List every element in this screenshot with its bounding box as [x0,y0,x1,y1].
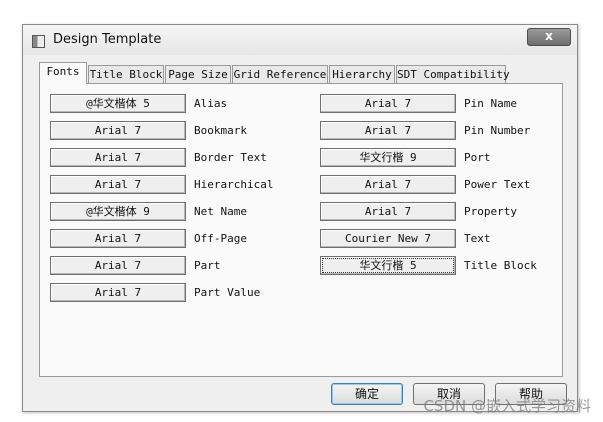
font-button-power-text[interactable]: Arial 7 [320,175,456,194]
font-button-text[interactable]: Courier New 7 [320,229,456,248]
font-label-bookmark: Bookmark [194,124,247,137]
tab-fonts[interactable]: Fonts [39,62,87,84]
font-button-part-value[interactable]: Arial 7 [50,283,186,302]
font-button-pin-number[interactable]: Arial 7 [320,121,456,140]
close-button[interactable]: x [527,28,571,46]
font-button-off-page[interactable]: Arial 7 [50,229,186,248]
font-button-title-block[interactable]: 华文行楷 5 [320,256,456,275]
font-label-part-value: Part Value [194,286,261,299]
font-label-border-text: Border Text [194,151,267,164]
watermark: CSDN @嵌入式学习资料 [423,397,591,415]
font-label-text: Text [464,232,491,245]
font-label-property: Property [464,205,517,218]
font-button-border-text[interactable]: Arial 7 [50,148,186,167]
font-label-title-block: Title Block [464,259,537,272]
font-label-off-page: Off-Page [194,232,247,245]
window-title: Design Template [53,32,162,47]
fonts-panel: @华文楷体 5 Alias Arial 7 Bookmark Arial 7 B… [39,83,563,377]
tab-sdt-compatibility[interactable]: SDT Compatibility [396,65,510,83]
font-button-port[interactable]: 华文行楷 9 [320,148,456,167]
font-label-pin-number: Pin Number [464,124,531,137]
font-label-pin-name: Pin Name [464,97,517,110]
font-button-pin-name[interactable]: Arial 7 [320,94,456,113]
font-label-port: Port [464,151,491,164]
font-label-power-text: Power Text [464,178,531,191]
font-button-property[interactable]: Arial 7 [320,202,456,221]
font-button-bookmark[interactable]: Arial 7 [50,121,186,140]
font-label-hierarchical: Hierarchical [194,178,274,191]
font-label-part: Part [194,259,221,272]
ok-button[interactable]: 确定 [331,383,403,405]
font-button-net-name[interactable]: @华文楷体 9 [50,202,186,221]
font-button-part[interactable]: Arial 7 [50,256,186,275]
title-bar: Design Template x [23,25,577,55]
design-template-dialog: Design Template x Fonts Title Block Page… [22,24,578,412]
font-label-alias: Alias [194,97,228,110]
app-icon [32,35,45,48]
tab-grid-reference[interactable]: Grid Reference [232,65,328,83]
tab-page-size[interactable]: Page Size [165,65,231,83]
font-label-net-name: Net Name [194,205,247,218]
font-button-hierarchical[interactable]: Arial 7 [50,175,186,194]
tab-hierarchy[interactable]: Hierarchy [329,65,395,83]
font-button-alias[interactable]: @华文楷体 5 [50,94,186,113]
tab-title-block[interactable]: Title Block [88,65,164,83]
